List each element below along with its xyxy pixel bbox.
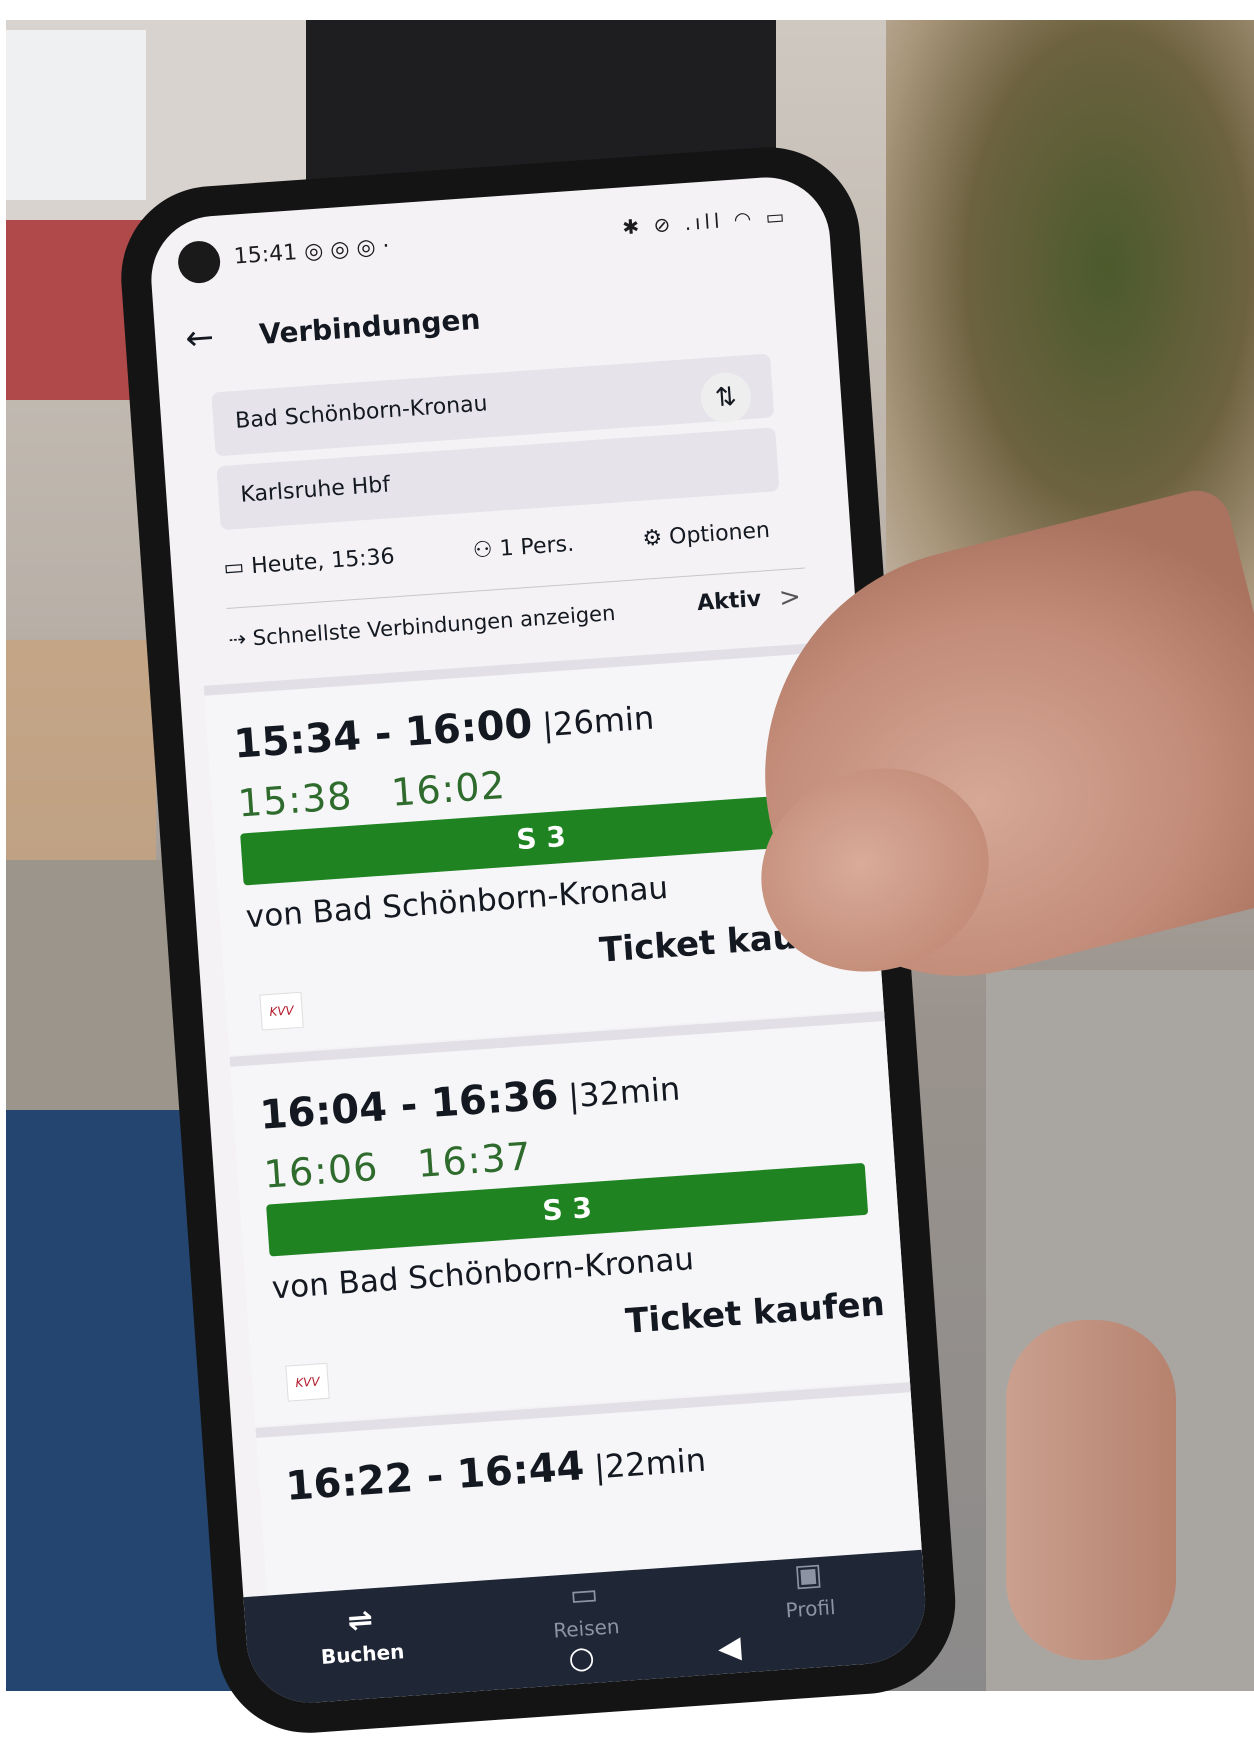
holding-hand [1006,1320,1176,1660]
calendar-icon: ▭ [222,554,246,582]
connection-duration: |32min [567,1069,682,1116]
realtime-times: 15:38 16:02 [236,763,507,826]
options-label: Optionen [668,517,771,550]
person-icon: ⚇ [472,537,494,564]
planned-times: 15:34 - 16:00 [232,701,534,768]
connection-card[interactable]: 16:04 - 16:36 |32min 16:06 16:37 S 3 von … [229,1010,914,1426]
background-window [6,30,146,200]
connection-duration: |22min [592,1440,708,1487]
options-button[interactable]: ⚙ Optionen [642,518,771,552]
kvv-logo-icon: KVV [259,991,304,1031]
connection-times: 15:34 - 16:00 |26min [232,693,656,768]
status-time: 15:41 [233,240,298,270]
from-station-value: Bad Schönborn-Kronau [234,391,489,434]
tab-buchen[interactable]: ⇌ Buchen [274,1597,448,1672]
connection-times: 16:04 - 16:36 |32min [258,1064,681,1139]
background-chair [6,640,156,860]
page-title: Verbindungen [258,302,482,352]
back-nav-icon[interactable]: ◀ [717,1630,742,1667]
status-system-icons: ✱ ⊘ .ıll ◠ ▭ [621,203,790,240]
front-camera [176,239,222,285]
persons-value: 1 Pers. [498,531,575,562]
to-station-value: Karlsruhe Hbf [239,472,391,508]
connection-duration: |26min [541,698,656,745]
realtime-times: 16:06 16:37 [262,1134,533,1197]
persons-selector[interactable]: ⚇ 1 Pers. [472,532,575,564]
walking-icon: ⇢ [227,626,247,652]
home-nav-icon[interactable]: ○ [567,1640,596,1677]
back-arrow-icon[interactable]: ← [184,317,215,359]
realtime-arrival: 16:02 [389,763,508,815]
realtime-departure: 16:06 [262,1144,380,1197]
tab-profil[interactable]: ▣ Profil [722,1552,896,1627]
buy-ticket-button[interactable]: Ticket kaufen [624,1284,886,1342]
planned-times: 16:22 - 16:44 [284,1443,586,1510]
tab-reisen[interactable]: ▭ Reisen [498,1572,672,1647]
date-time-selector[interactable]: ▭ Heute, 15:36 [223,544,396,581]
tab-label: Profil [784,1594,837,1623]
kvv-logo-icon: KVV [285,1362,330,1402]
connection-times: 16:22 - 16:44 |22min [284,1435,707,1510]
planned-times: 16:04 - 16:36 [258,1072,560,1139]
route-icon: ⇌ [346,1602,375,1639]
sliders-icon: ⚙ [641,525,664,552]
chevron-right-icon: > [777,581,802,614]
status-notification-icons: ◎ ◎ ◎ · [303,233,391,265]
tab-label: Buchen [320,1639,406,1669]
realtime-departure: 15:38 [236,773,354,826]
ticket-icon: ▭ [568,1576,600,1614]
search-options-row: ▭ Heute, 15:36 ⚇ 1 Pers. ⚙ Optionen [223,516,804,596]
fastest-state: Aktiv [696,586,762,617]
fastest-connections-label: Schnellste Verbindungen anzeigen [251,600,617,651]
status-bar: 15:41 ◎ ◎ ◎ · [233,234,390,270]
tab-label: Reisen [552,1614,621,1643]
date-time-value: Heute, 15:36 [250,544,396,580]
fastest-connections-row[interactable]: ⇢ Schnellste Verbindungen anzeigen Aktiv… [227,582,808,652]
realtime-arrival: 16:37 [415,1134,534,1186]
